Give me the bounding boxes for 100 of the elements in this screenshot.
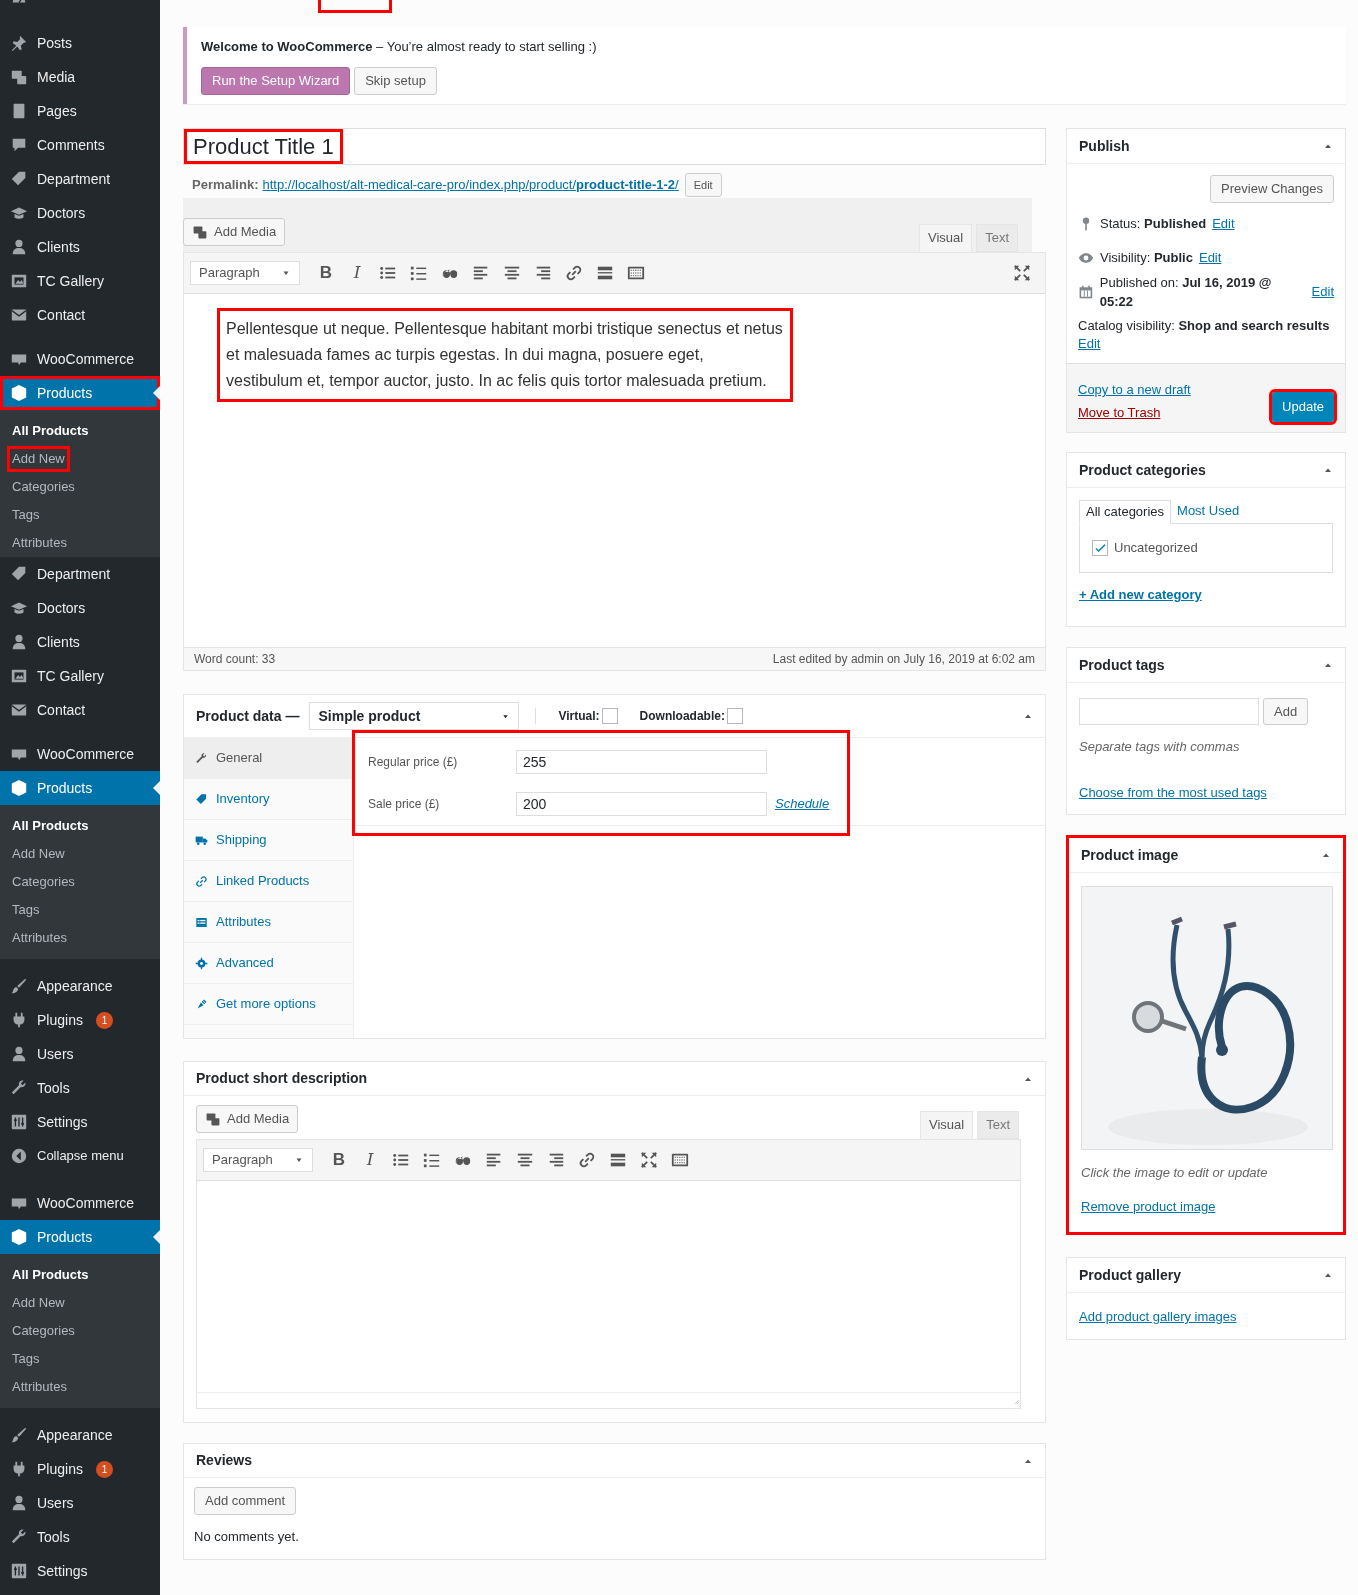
- checkbox[interactable]: [601, 708, 618, 724]
- sidebar-menu-item[interactable]: Comments: [0, 128, 160, 162]
- submenu-item[interactable]: Attributes: [10, 1377, 69, 1397]
- sidebar-menu-item[interactable]: Settings: [0, 1554, 160, 1588]
- sidebar-menu-item[interactable]: TC Gallery: [0, 264, 160, 298]
- product-data-tab[interactable]: Advanced: [184, 943, 353, 984]
- sidebar-menu-item[interactable]: Pages: [0, 94, 160, 128]
- price-field[interactable]: 255: [516, 750, 767, 774]
- add-comment-button[interactable]: Add comment: [194, 1487, 297, 1515]
- product-data-tab[interactable]: Get more options: [184, 984, 353, 1025]
- sidebar-menu-item[interactable]: Contact: [0, 693, 160, 727]
- submenu-item[interactable]: Attributes: [10, 533, 69, 553]
- product-type-select[interactable]: Simple product: [309, 702, 520, 730]
- sidebar-menu-item[interactable]: Doctors: [0, 196, 160, 230]
- format-dropdown[interactable]: Paragraph: [203, 1148, 313, 1172]
- keyboard-icon[interactable]: [671, 1151, 689, 1169]
- submenu-item[interactable]: Add New: [10, 844, 67, 864]
- align-left-icon[interactable]: [472, 264, 490, 282]
- title-field[interactable]: Product Title 1: [183, 128, 1046, 165]
- submenu-item[interactable]: All Products: [10, 816, 91, 836]
- product-data-tab[interactable]: Shipping: [184, 820, 353, 861]
- product-data-tab[interactable]: Inventory: [184, 779, 353, 820]
- category-tab[interactable]: Most Used: [1171, 499, 1246, 523]
- add-media-button[interactable]: Add Media: [183, 218, 286, 246]
- align-center-icon[interactable]: [503, 264, 521, 282]
- submenu-item[interactable]: Categories: [10, 1321, 77, 1341]
- align-left-icon[interactable]: [485, 1151, 503, 1169]
- sidebar-menu-item[interactable]: Appearance: [0, 1418, 160, 1452]
- price-field[interactable]: 200: [516, 792, 767, 816]
- trash-link[interactable]: Move to Trash: [1078, 402, 1191, 422]
- submenu-item[interactable]: Add New: [10, 449, 67, 469]
- checkbox[interactable]: [1092, 540, 1108, 556]
- link-icon[interactable]: [578, 1151, 596, 1169]
- product-data-tab[interactable]: General: [184, 738, 353, 779]
- editor-tab[interactable]: Text: [977, 1111, 1019, 1139]
- remove-image-link[interactable]: Remove product image: [1081, 1196, 1331, 1216]
- checkbox[interactable]: [726, 708, 743, 724]
- bulleted-list-icon[interactable]: [379, 264, 397, 282]
- read-more-icon[interactable]: [596, 264, 614, 282]
- product-data-tab[interactable]: Attributes: [184, 902, 353, 943]
- editor-tab[interactable]: Visual: [918, 224, 973, 252]
- align-right-icon[interactable]: [534, 264, 552, 282]
- submenu-item[interactable]: Categories: [10, 872, 77, 892]
- fullscreen-icon[interactable]: [1013, 264, 1031, 282]
- sidebar-menu-item[interactable]: Doctors: [0, 591, 160, 625]
- italic-button[interactable]: I: [359, 1147, 381, 1173]
- sidebar-menu-item[interactable]: Plugins 1: [0, 1452, 160, 1486]
- sidebar-menu-item[interactable]: Posts: [0, 26, 160, 60]
- submenu-item[interactable]: Tags: [10, 505, 42, 525]
- permalink-link[interactable]: http://localhost/alt-medical-care-pro/index.php/product/product-title-1-2/: [262, 175, 679, 195]
- category-tab[interactable]: All categories: [1079, 500, 1172, 524]
- add-tag-button[interactable]: Add: [1263, 698, 1309, 725]
- sidebar-menu-item[interactable]: WooCommerce: [0, 1186, 160, 1220]
- numbered-list-icon[interactable]: [423, 1151, 441, 1169]
- sidebar-menu-item[interactable]: Tools: [0, 1520, 160, 1554]
- sidebar-menu-item[interactable]: Media: [0, 60, 160, 94]
- skip-setup-button[interactable]: Skip setup: [354, 66, 437, 95]
- edit-link[interactable]: Edit: [1212, 214, 1235, 234]
- copy-draft-link[interactable]: Copy to a new draft: [1078, 380, 1191, 400]
- sidebar-menu-item[interactable]: Department: [0, 162, 160, 196]
- submenu-item[interactable]: All Products: [10, 1265, 91, 1285]
- sidebar-menu-item[interactable]: Department: [0, 557, 160, 591]
- align-center-icon[interactable]: [516, 1151, 534, 1169]
- editor-tab[interactable]: Text: [976, 224, 1018, 252]
- keyboard-icon[interactable]: [627, 264, 645, 282]
- edit-link[interactable]: Edit: [1311, 282, 1334, 302]
- sidebar-menu-item[interactable]: Settings: [0, 1105, 160, 1139]
- sidebar-menu-item[interactable]: Products: [0, 376, 160, 410]
- sidebar-menu-item[interactable]: Users: [0, 1486, 160, 1520]
- schedule-link[interactable]: Schedule: [775, 794, 830, 814]
- sidebar-menu-item[interactable]: Contact: [0, 298, 160, 332]
- sidebar-menu-item[interactable]: Clients: [0, 625, 160, 659]
- add-category-link[interactable]: + Add new category: [1079, 585, 1333, 605]
- numbered-list-icon[interactable]: [410, 264, 428, 282]
- sidebar-menu-item[interactable]: Appearance: [0, 969, 160, 1003]
- sidebar-menu-item[interactable]: Products: [0, 1220, 160, 1254]
- update-button[interactable]: Update: [1272, 392, 1334, 422]
- link-icon[interactable]: [565, 264, 583, 282]
- edit-permalink-button[interactable]: Edit: [684, 173, 722, 197]
- bulleted-list-icon[interactable]: [392, 1151, 410, 1169]
- sidebar-menu-item[interactable]: Users: [0, 1037, 160, 1071]
- sidebar-menu-item[interactable]: TC Gallery: [0, 659, 160, 693]
- submenu-item[interactable]: Tags: [10, 900, 42, 920]
- bold-button[interactable]: B: [328, 1147, 350, 1173]
- submenu-item[interactable]: Tags: [10, 1349, 42, 1369]
- product-data-tab[interactable]: Linked Products: [184, 861, 353, 902]
- add-media-button[interactable]: Add Media: [196, 1105, 299, 1133]
- italic-button[interactable]: I: [346, 260, 368, 286]
- most-used-tags-link[interactable]: Choose from the most used tags: [1079, 782, 1333, 802]
- align-right-icon[interactable]: [547, 1151, 565, 1169]
- read-more-icon[interactable]: [609, 1151, 627, 1169]
- submenu-item[interactable]: Add New: [10, 1293, 67, 1313]
- edit-link[interactable]: Edit: [1078, 336, 1101, 351]
- format-dropdown[interactable]: Paragraph: [190, 261, 300, 285]
- editor-tab[interactable]: Visual: [919, 1111, 974, 1139]
- submenu-item[interactable]: Categories: [10, 477, 77, 497]
- submenu-item[interactable]: All Products: [10, 421, 91, 441]
- add-gallery-images-link[interactable]: Add product gallery images: [1079, 1309, 1237, 1324]
- sidebar-menu-item[interactable]: Clients: [0, 230, 160, 264]
- preview-changes-button[interactable]: Preview Changes: [1210, 175, 1334, 203]
